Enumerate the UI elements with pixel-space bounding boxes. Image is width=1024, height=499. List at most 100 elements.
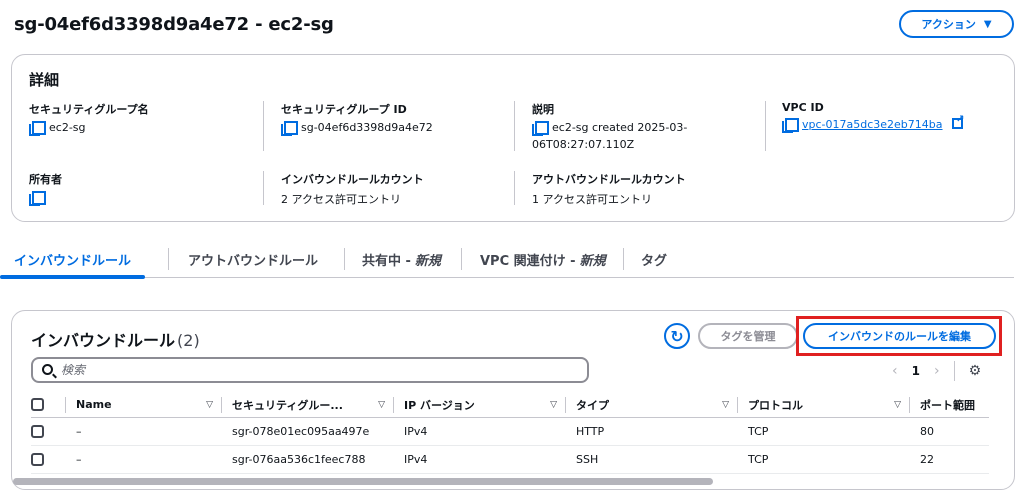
copy-icon[interactable]	[29, 191, 46, 206]
chevron-right-icon[interactable]: ›	[934, 363, 940, 379]
column-header-ip-version[interactable]: IP バージョン ▽	[393, 393, 565, 418]
field-description: 説明 ec2-sg created 2025-03- 06T08:27:07.1…	[532, 101, 687, 151]
details-panel: 詳細 セキュリティグループ名 ec2-sg セキュリティグループ ID sg-0…	[11, 54, 1015, 222]
inbound-rules-panel: インバウンドルール(2) ↻ タグを管理 インバウンドのルールを編集 ‹ 1 ›…	[11, 310, 1015, 490]
field-sg-id: セキュリティグループ ID sg-04ef6d3398d9a4e72	[281, 101, 433, 136]
tab-inbound-rules[interactable]: インバウンドルール	[0, 240, 146, 279]
description-value-line2: 06T08:27:07.110Z	[532, 138, 635, 151]
actions-button-label: アクション	[921, 18, 976, 31]
divider	[263, 171, 264, 205]
sort-down-icon[interactable]: ▽	[550, 400, 557, 410]
tab-label: アウトバウンドルール	[188, 253, 319, 269]
chevron-left-icon[interactable]: ‹	[892, 363, 898, 379]
column-header-name[interactable]: Name ▽	[65, 393, 221, 418]
cell-rule-id: sgr-076aa536c1feec788	[221, 445, 393, 474]
refresh-icon: ↻	[670, 326, 684, 346]
copy-icon[interactable]	[281, 121, 298, 136]
sort-down-icon[interactable]: ▽	[722, 400, 729, 410]
field-sg-name: セキュリティグループ名 ec2-sg	[29, 101, 149, 136]
select-all-header	[31, 393, 65, 418]
vpc-id-link[interactable]: vpc-017a5dc3e2eb714ba	[802, 118, 943, 131]
divider	[514, 101, 515, 151]
inbound-rules-table: Name ▽ セキュリティグルー... ▽ IP バージョン ▽ タイプ ▽ プロトコル…	[31, 393, 989, 474]
cell-port-range: 80	[909, 417, 989, 446]
column-label: プロトコル	[748, 398, 803, 412]
tab-label: インバウンドルール	[14, 253, 132, 269]
divider	[514, 171, 515, 205]
cell-ip-version: IPv4	[393, 445, 565, 474]
rules-title: インバウンドルール (2)	[31, 327, 200, 351]
tab-vpc-associations[interactable]: VPC 関連付け - 新規	[480, 240, 606, 278]
table-row[interactable]: – sgr-076aa536c1feec788 IPv4 SSH TCP 22	[31, 445, 989, 474]
divider	[263, 101, 264, 151]
tab-sharing[interactable]: 共有中 - 新規	[362, 240, 441, 278]
search-field[interactable]	[31, 357, 589, 383]
tab-divider	[168, 248, 169, 270]
horizontal-scrollbar[interactable]	[13, 478, 713, 485]
divider	[765, 101, 766, 151]
field-label: VPC ID	[782, 101, 824, 114]
cell-protocol: TCP	[737, 417, 909, 446]
copy-icon[interactable]	[29, 121, 46, 136]
rules-title-text: インバウンドルール	[31, 331, 176, 350]
column-header-type[interactable]: タイプ ▽	[565, 393, 737, 418]
page-number[interactable]: 1	[912, 364, 920, 378]
description-value-line1: ec2-sg created 2025-03-	[552, 121, 688, 134]
sg-name-value: ec2-sg	[49, 121, 86, 134]
tab-label: タグ	[641, 253, 668, 269]
tab-divider	[344, 248, 345, 270]
table-header-row: Name ▽ セキュリティグルー... ▽ IP バージョン ▽ タイプ ▽ プロトコル…	[31, 393, 989, 418]
page-header: sg-04ef6d3398d9a4e72 - ec2-sg アクション ▼	[14, 10, 1014, 40]
rules-count: (2)	[177, 331, 200, 350]
column-label: Name	[76, 398, 112, 412]
divider	[953, 361, 955, 381]
cell-type: SSH	[565, 445, 737, 474]
column-label: セキュリティグルー...	[232, 398, 343, 412]
column-header-port-range[interactable]: ポート範囲	[909, 393, 989, 418]
row-select-cell	[31, 417, 65, 446]
copy-icon[interactable]	[782, 118, 799, 133]
new-tag: 新規	[414, 253, 441, 269]
cell-protocol: TCP	[737, 445, 909, 474]
tab-divider	[461, 248, 462, 270]
outbound-count-value: 1 アクセス許可エントリ	[532, 193, 652, 206]
cell-type: HTTP	[565, 417, 737, 446]
cell-name: –	[65, 417, 221, 446]
copy-icon[interactable]	[532, 121, 549, 136]
sg-id-value: sg-04ef6d3398d9a4e72	[301, 121, 433, 134]
cell-name: –	[65, 445, 221, 474]
select-all-checkbox[interactable]	[31, 398, 44, 412]
new-tag: 新規	[579, 253, 606, 269]
search-input[interactable]	[61, 363, 587, 377]
page-title: sg-04ef6d3398d9a4e72 - ec2-sg	[14, 14, 334, 35]
table-row[interactable]: – sgr-078e01ec095aa497e IPv4 HTTP TCP 80	[31, 417, 989, 446]
row-select-cell	[31, 445, 65, 474]
tab-bar: インバウンドルール アウトバウンドルール 共有中 - 新規 VPC 関連付け -…	[0, 240, 1014, 279]
edit-inbound-rules-button[interactable]: インバウンドのルールを編集	[803, 323, 996, 349]
field-label: 所有者	[29, 173, 62, 186]
row-checkbox[interactable]	[31, 452, 44, 466]
tab-tags[interactable]: タグ	[641, 240, 667, 278]
field-inbound-count: インバウンドルールカウント 2 アクセス許可エントリ	[281, 171, 424, 207]
inbound-count-value: 2 アクセス許可エントリ	[281, 193, 401, 206]
column-header-rule-id[interactable]: セキュリティグルー... ▽	[221, 393, 393, 418]
cell-rule-id: sgr-078e01ec095aa497e	[221, 417, 393, 446]
refresh-button[interactable]: ↻	[664, 323, 690, 349]
tab-outbound-rules[interactable]: アウトバウンドルール	[188, 240, 318, 278]
sort-down-icon[interactable]: ▽	[894, 400, 901, 410]
actions-button[interactable]: アクション ▼	[899, 10, 1014, 38]
caret-down-icon: ▼	[983, 18, 992, 30]
manage-tags-button[interactable]: タグを管理	[698, 323, 798, 349]
tab-label: VPC 関連付け -	[480, 253, 576, 269]
cell-ip-version: IPv4	[393, 417, 565, 446]
tab-divider	[623, 248, 624, 270]
field-owner: 所有者	[29, 171, 62, 206]
search-icon	[42, 364, 53, 375]
sort-down-icon[interactable]: ▽	[378, 400, 385, 410]
sort-down-icon[interactable]: ▽	[206, 400, 213, 410]
gear-icon[interactable]: ⚙	[969, 363, 982, 379]
field-outbound-count: アウトバウンドルールカウント 1 アクセス許可エントリ	[532, 171, 686, 207]
row-checkbox[interactable]	[31, 424, 44, 438]
column-header-protocol[interactable]: プロトコル ▽	[737, 393, 909, 418]
field-label: セキュリティグループ名	[29, 103, 149, 116]
